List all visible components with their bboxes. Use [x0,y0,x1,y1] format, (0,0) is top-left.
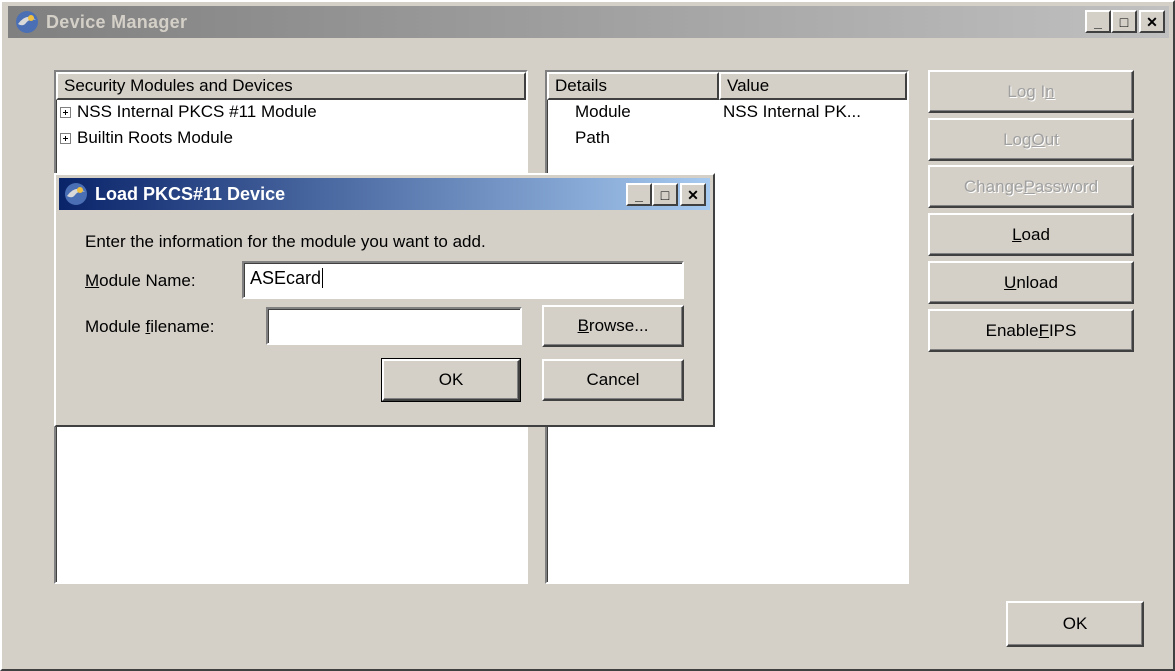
btn-accel: F [1038,320,1049,340]
btn-text: Log [1003,129,1032,149]
dialog-instruction: Enter the information for the module you… [85,232,486,251]
dialog-window-controls: _ □ ✕ [626,183,706,206]
btn-text: rowse... [588,316,649,335]
log-out-button[interactable]: Log Out [928,118,1134,161]
detail-value: NSS Internal PK... [723,102,861,121]
tree-item-label: Builtin Roots Module [77,128,233,147]
ok-button[interactable]: OK [1006,601,1144,647]
change-password-button[interactable]: Change Password [928,165,1134,208]
label-text: Module [85,317,146,336]
maximize-icon[interactable]: □ [1111,10,1137,33]
btn-accel: L [1012,224,1022,244]
btn-accel: O [1031,129,1045,149]
device-manager-window: Device Manager _ □ ✕ Security Modules an… [0,0,1175,671]
detail-name: Path [575,128,610,147]
dialog-title: Load PKCS#11 Device [95,183,286,204]
expand-icon[interactable] [60,132,71,144]
modules-column-header[interactable]: Security Modules and Devices [56,72,526,100]
btn-text: ut [1044,129,1059,149]
close-icon[interactable]: ✕ [680,183,706,206]
btn-accel: n [1045,81,1055,101]
module-name-value: ASEcard [250,268,322,288]
enable-fips-button[interactable]: Enable F IPS [928,309,1134,352]
maximize-icon[interactable]: □ [652,183,678,206]
tree-item-nss-internal[interactable]: NSS Internal PKCS #11 Module [60,99,317,125]
btn-text: oad [1021,224,1050,244]
tree-item-builtin-roots[interactable]: Builtin Roots Module [60,125,233,151]
btn-accel: U [1004,272,1017,292]
expand-icon[interactable] [60,106,71,118]
window-title: Device Manager [46,11,188,32]
btn-text: nload [1016,272,1058,292]
app-icon [65,183,87,205]
btn-accel: P [1023,176,1035,196]
browse-button[interactable]: Browse... [542,305,684,347]
unload-button[interactable]: Unload [928,261,1134,304]
dialog-cancel-button[interactable]: Cancel [542,359,684,401]
tree-item-label: NSS Internal PKCS #11 Module [77,102,317,121]
module-name-label: Module Name: [85,271,196,291]
btn-text: Change [963,176,1024,196]
label-accel: M [85,271,100,290]
btn-text: Log I [1007,81,1046,101]
label-text: ilename: [150,317,215,336]
value-column-header[interactable]: Value [719,72,907,100]
btn-accel: B [577,316,589,335]
module-filename-label: Module filename: [85,317,214,337]
log-in-button[interactable]: Log In [928,70,1134,113]
app-icon [16,11,38,33]
btn-text: IPS [1048,320,1077,340]
dialog-titlebar[interactable]: Load PKCS#11 Device _ □ ✕ [59,178,710,210]
label-text: odule Name: [99,271,196,290]
details-column-header[interactable]: Details [547,72,719,100]
module-filename-field[interactable] [266,307,522,345]
minimize-icon[interactable]: _ [626,183,652,206]
text-caret [322,268,324,288]
module-name-field[interactable]: ASEcard [242,261,684,299]
minimize-icon[interactable]: _ [1085,10,1111,33]
btn-text: assword [1034,176,1099,196]
dialog-ok-button[interactable]: OK [381,358,521,402]
window-titlebar[interactable]: Device Manager _ □ ✕ [8,6,1169,38]
load-device-dialog: Load PKCS#11 Device _ □ ✕ Enter the info… [54,173,715,427]
btn-text: Enable [985,320,1039,340]
window-controls: _ □ ✕ [1085,10,1165,33]
detail-name: Module [575,102,631,121]
close-icon[interactable]: ✕ [1139,10,1165,33]
load-button[interactable]: Load [928,213,1134,256]
